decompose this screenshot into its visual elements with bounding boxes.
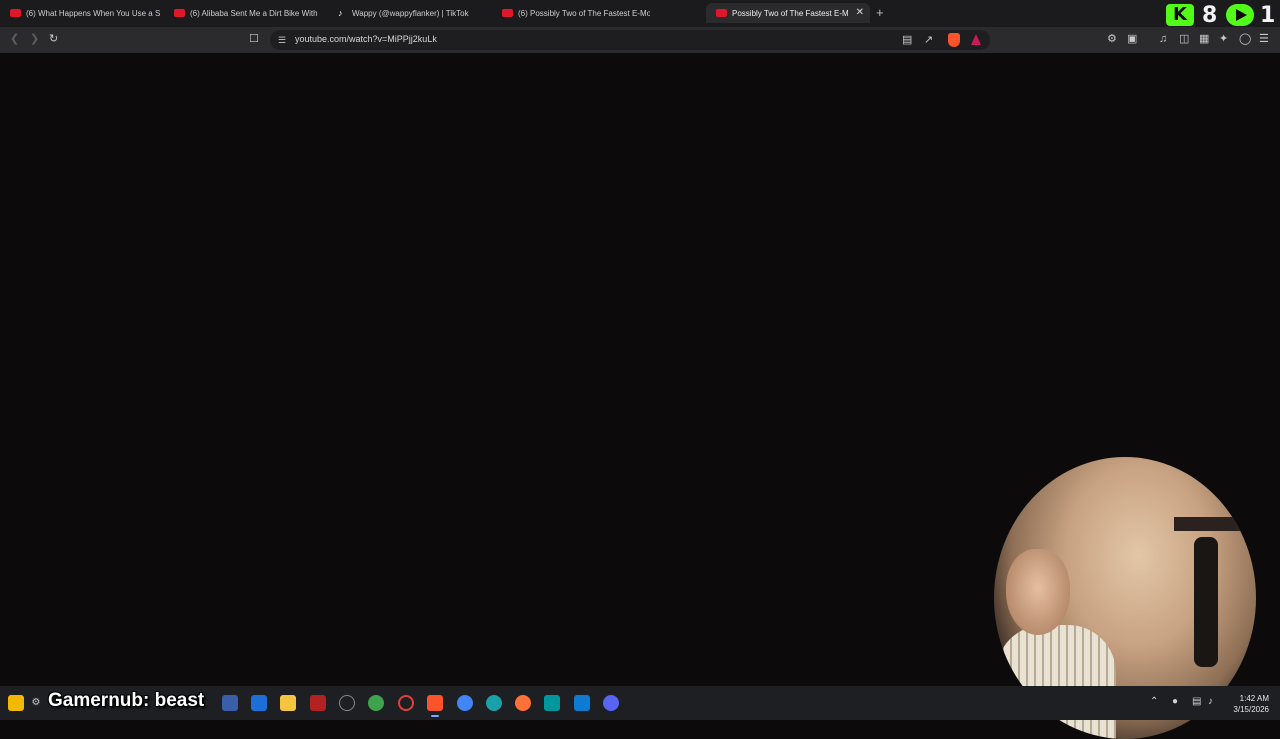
volume-icon[interactable]: ♪ <box>1208 696 1213 707</box>
tab-2[interactable]: (6) Alibaba Sent Me a Dirt Bike With <box>174 3 324 23</box>
app-icon-1[interactable] <box>222 695 238 711</box>
streamer-body <box>996 625 1116 739</box>
vscode-icon[interactable] <box>574 695 590 711</box>
file-explorer-icon[interactable] <box>280 695 296 711</box>
url-text[interactable]: youtube.com/watch?v=MiPPjj2kuLk <box>295 34 437 44</box>
cast-icon[interactable]: ▤ <box>902 33 912 47</box>
back-icon[interactable]: ❮ <box>10 32 19 46</box>
address-bar[interactable]: ☰ youtube.com/watch?v=MiPPjj2kuLk ▤ ↗ <box>270 30 990 50</box>
leo-ai-icon[interactable]: ✦ <box>1219 32 1228 46</box>
page-content <box>0 53 1280 739</box>
app-icon-5[interactable] <box>398 695 414 711</box>
extensions-icon[interactable]: ⚙ <box>1107 32 1117 46</box>
clock-time: 1:42 AM <box>1239 694 1269 703</box>
tab-label: Possibly Two of The Fastest E-Mo <box>732 8 848 18</box>
edge-icon[interactable] <box>486 695 502 711</box>
sidebar-icon[interactable]: ◫ <box>1179 32 1189 46</box>
vpn-icon[interactable]: ◯ <box>1239 32 1251 46</box>
menu-icon[interactable]: ☰ <box>1259 32 1269 46</box>
tab-bar: (6) What Happens When You Use a S (6) Al… <box>0 0 1280 28</box>
firefox-icon[interactable] <box>515 695 531 711</box>
network-icon[interactable]: ▤ <box>1192 696 1201 707</box>
youtube-icon <box>502 9 513 17</box>
site-settings-icon[interactable]: ☰ <box>278 33 286 47</box>
youtube-icon <box>174 9 185 17</box>
app-icon-4[interactable] <box>368 695 384 711</box>
streamer-head <box>1006 549 1070 635</box>
close-tab-icon[interactable]: ✕ <box>856 7 864 18</box>
tab-label: Wappy (@wappyflanker) | TikTok <box>352 8 469 18</box>
punching-bag <box>1194 537 1218 667</box>
stream-chat-message: Gamernub: beast <box>48 690 205 711</box>
brave-browser-icon[interactable] <box>427 695 443 717</box>
tray-expand-icon[interactable]: ⌃ <box>1150 696 1158 707</box>
media-icon[interactable]: ♫ <box>1159 32 1167 46</box>
tab-label: (6) Alibaba Sent Me a Dirt Bike With <box>190 8 318 18</box>
youtube-icon <box>10 9 21 17</box>
app-icon-2[interactable] <box>251 695 267 711</box>
screenshot-icon[interactable]: ▣ <box>1127 32 1137 46</box>
clock-app-icon[interactable] <box>339 695 355 711</box>
tab-label: (6) Possibly Two of The Fastest E-Mo <box>518 8 650 18</box>
tab-label: (6) What Happens When You Use a S <box>26 8 160 18</box>
wall-rack <box>1174 517 1252 531</box>
bookmark-icon[interactable]: ☐ <box>249 32 259 46</box>
kick-logo-icon: K <box>1166 4 1194 26</box>
brave-shields-icon[interactable] <box>948 33 960 47</box>
settings-icon[interactable]: ⚙ <box>28 695 44 711</box>
wallet-icon[interactable]: ▦ <box>1199 32 1209 46</box>
share-icon[interactable]: ↗ <box>924 33 933 47</box>
brave-rewards-icon[interactable] <box>971 34 981 45</box>
tab-1[interactable]: (6) What Happens When You Use a S <box>10 3 160 23</box>
chrome-icon[interactable] <box>457 695 473 711</box>
tab-4[interactable]: (6) Possibly Two of The Fastest E-Mo <box>502 3 650 23</box>
tiktok-icon: ♪ <box>338 8 343 18</box>
play-icon <box>1226 4 1254 26</box>
reload-icon[interactable]: ↻ <box>49 32 58 46</box>
tab-5-active[interactable]: Possibly Two of The Fastest E-Mo ✕ <box>706 3 870 23</box>
arduino-icon[interactable] <box>544 695 560 711</box>
tab-3[interactable]: ♪ Wappy (@wappyflanker) | TikTok <box>338 3 488 23</box>
microphone-icon[interactable]: ● <box>1172 696 1178 707</box>
overlay-number: 1 <box>1260 3 1276 28</box>
viewer-count: 8 <box>1202 3 1218 28</box>
browser-toolbar: ❮ ❯ ↻ ☐ ☰ youtube.com/watch?v=MiPPjj2kuL… <box>0 27 1280 53</box>
app-icon-3[interactable] <box>310 695 326 711</box>
new-tab-button[interactable]: + <box>876 5 884 20</box>
folder-icon[interactable] <box>8 695 24 711</box>
clock-date: 3/15/2026 <box>1233 705 1269 714</box>
forward-icon[interactable]: ❯ <box>30 32 39 46</box>
youtube-icon <box>716 9 727 17</box>
stream-overlay-badge: K 8 1 <box>1166 3 1276 28</box>
discord-icon[interactable] <box>603 695 619 711</box>
taskbar-clock[interactable]: 1:42 AM 3/15/2026 <box>1225 693 1269 715</box>
